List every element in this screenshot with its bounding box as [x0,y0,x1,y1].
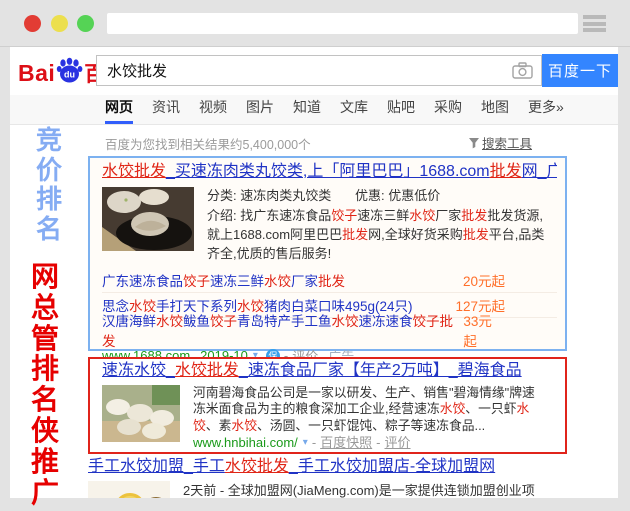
browser-url-bar[interactable] [107,13,578,34]
annotation-bidding-ranking: 竞价排名 [36,126,66,244]
ad-sublink-price: 20元起 [463,270,505,290]
organic-review-link[interactable]: 评价 [385,435,411,451]
ad-category: 分类: 速冻肉类丸饺类 [207,187,355,205]
organic-result-block: 速冻水饺_水饺批发_速冻食品厂家【年产2万吨】_碧海食品 河南碧海食品公司是一家… [88,357,567,454]
filter-funnel-icon [468,137,480,149]
browser-chrome [0,0,630,46]
nav-tab[interactable]: 知道 [293,97,321,124]
result-item: 手工水饺加盟_手工水饺批发_手工水饺加盟店-全球加盟网 2天前 - 全球加盟网(… [88,457,569,498]
close-window-icon[interactable] [24,15,41,32]
maximize-window-icon[interactable] [77,15,94,32]
ad-sublinks: 广东速冻食品饺子速冻三鲜水饺厂家批发 20元起 思念水饺手打天下系列水饺猪肉白菜… [102,267,557,342]
hamburger-menu-icon[interactable] [583,15,606,32]
ad-title-link[interactable]: 水饺批发_买速冻肉类丸饺类,上「阿里巴巴」1688.com批发网_广东速冻食品 [102,162,557,182]
organic-source-url[interactable]: www.hnbihai.com/ [193,435,298,451]
result-title-link[interactable]: 手工水饺加盟_手工水饺批发_手工水饺加盟店-全球加盟网 [88,457,569,477]
ad-attributes: 分类: 速冻肉类丸饺类 优惠: 优惠低价 [207,187,555,205]
ad-sublink-row[interactable]: 广东速冻食品饺子速冻三鲜水饺厂家批发 20元起 [102,267,557,292]
nav-tab[interactable]: 采购 [434,97,462,124]
nav-tab[interactable]: 视频 [199,97,227,124]
separator: - [376,435,380,451]
nav-tab[interactable]: 地图 [481,97,509,124]
nav-tab[interactable]: 贴吧 [387,97,415,124]
nav-tab-bar: 网页资讯视频图片知道文库贴吧采购地图更多» [10,95,618,125]
ad-sublink-text: 广东速冻食品饺子速冻三鲜水饺厂家批发 [102,270,345,290]
organic-thumbnail-image[interactable] [102,385,180,442]
page-content: Bai du 百度 百度一下 网页资讯视频图片知道文库贴吧采购地图更多» 百度为… [10,47,618,498]
search-input[interactable] [96,55,542,86]
search-button[interactable]: 百度一下 [542,54,618,87]
nav-tab[interactable]: 文库 [340,97,368,124]
organic-source-line: www.hnbihai.com/ ▾ - 百度快照 - 评价 [193,435,543,451]
organic-description: 河南碧海食品公司是一家以研发、生产、销售"碧海情缘"牌速冻米面食品为主的粮食深加… [193,385,535,433]
result-thumbnail-image[interactable] [88,481,170,498]
nav-tab[interactable]: 资讯 [152,97,180,124]
separator: - [312,435,316,451]
browser-window: Bai du 百度 百度一下 网页资讯视频图片知道文库贴吧采购地图更多» 百度为… [0,0,630,511]
camera-icon[interactable] [512,62,533,79]
nav-tab[interactable]: 更多» [528,97,564,124]
ad-thumbnail-image[interactable] [102,187,194,251]
ad-sublink-text: 汉唐海鲜水饺鲅鱼饺子青岛特产手工鱼水饺速冻速食饺子批发 [102,310,463,350]
ad-promo: 优惠: 优惠低价 [355,187,440,205]
search-tools-label: 搜索工具 [482,133,532,152]
nav-tab[interactable]: 图片 [246,97,274,124]
results-stats: 百度为您找到相关结果约5,400,000个 [105,134,311,153]
organic-title-link[interactable]: 速冻水饺_水饺批发_速冻食品厂家【年产2万吨】_碧海食品 [102,361,557,381]
ad-sublink-price: 33元起 [463,310,505,350]
search-tools[interactable]: 搜索工具 [468,133,532,152]
nav-tab[interactable]: 网页 [105,97,133,124]
annotation-promo-watermark: 网总管排名侠推广 [31,262,63,508]
baidu-paw-icon: du [56,57,83,84]
result-snippet: 2天前 - 全球加盟网(JiaMeng.com)是一家提供连锁加盟创业项目的门 [183,481,535,498]
svg-text:du: du [64,69,75,79]
ad-sublink-row[interactable]: 汉唐海鲜水饺鲅鱼饺子青岛特产手工鱼水饺速冻速食饺子批发 33元起 [102,317,557,342]
dropdown-caret-icon[interactable]: ▾ [303,435,308,451]
minimize-window-icon[interactable] [51,15,68,32]
ad-result-block: 水饺批发_买速冻肉类丸饺类,上「阿里巴巴」1688.com批发网_广东速冻食品 … [88,156,567,351]
logo-text-bai: Bai [18,60,55,87]
ad-description: 介绍: 找广东速冻食品饺子速冻三鲜水饺厂家批发批发货源,就上1688.com阿里… [207,206,555,263]
snapshot-link[interactable]: 百度快照 [320,435,372,451]
